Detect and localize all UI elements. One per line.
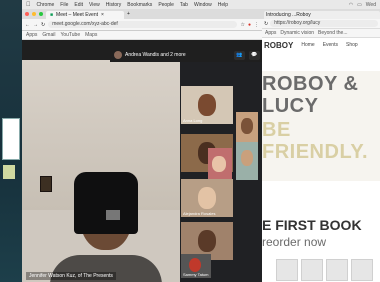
book-thumbnails <box>262 259 380 282</box>
meet-tab-icon: ■ <box>50 12 54 18</box>
forward-icon[interactable]: → <box>33 22 38 28</box>
menu-view[interactable]: View <box>89 2 100 8</box>
tab-roboy[interactable]: Introducing ...Roboy <box>264 11 380 19</box>
bookmarks-bar: Apps Dynamic vision Beyond the... <box>262 29 380 38</box>
bookmark-apps[interactable]: Apps <box>26 32 37 38</box>
participant-face <box>241 118 253 134</box>
hero-line: FRIENDLY. <box>262 141 369 163</box>
menu-window[interactable]: Window <box>194 2 212 8</box>
bookmark-maps[interactable]: Maps <box>85 32 97 38</box>
apple-icon[interactable]:  <box>26 2 31 8</box>
wifi-icon[interactable]: ◠ <box>349 2 353 8</box>
menu-people[interactable]: People <box>158 2 174 8</box>
reload-icon[interactable]: ↻ <box>41 22 45 28</box>
participant-tile[interactable] <box>208 148 232 182</box>
new-tab-icon[interactable]: + <box>127 11 130 17</box>
minimize-window-icon[interactable] <box>32 12 36 16</box>
maximize-window-icon[interactable] <box>39 12 43 16</box>
top-hat <box>74 172 138 234</box>
meet-topbar: Andrea Wandis and 2 more 👥 💬 <box>110 48 262 62</box>
people-icon[interactable]: 👥 <box>234 50 245 60</box>
wall-poster <box>2 118 20 160</box>
menu-app[interactable]: Chrome <box>37 2 55 8</box>
star-icon[interactable]: ☆ <box>240 22 244 28</box>
menu-help[interactable]: Help <box>218 2 228 8</box>
hat-logo <box>106 210 120 220</box>
participant-tile[interactable]: Anna Long <box>181 86 233 124</box>
participant-face <box>198 94 216 116</box>
speaker-name-label: Jennifer Watson Kuz, of The Presents <box>26 272 116 280</box>
tab-meet[interactable]: ■ Meet – Meet Event × <box>46 11 124 19</box>
profile-icon[interactable]: ● <box>248 22 251 28</box>
roboy-browser-window: Introducing ...Roboy ↻ https://roboy.org… <box>262 9 380 282</box>
tab-bar: ■ Meet – Meet Event × + <box>22 9 262 19</box>
menu-tab[interactable]: Tab <box>180 2 188 8</box>
picture-frame <box>40 176 52 192</box>
avatar <box>189 258 201 272</box>
nav-shop[interactable]: Shop <box>346 42 358 48</box>
bookmark-youtube[interactable]: YouTube <box>60 32 80 38</box>
tab-title: Introducing ...Roboy <box>266 12 311 18</box>
site-navigation: ROBOY Home Events Shop <box>262 38 380 52</box>
book-thumbnail[interactable] <box>276 259 298 281</box>
tab-bar: Introducing ...Roboy <box>262 9 380 19</box>
hero-line: ROBOY & <box>262 73 359 95</box>
mac-menubar:  Chrome File Edit View History Bookmark… <box>22 0 380 9</box>
participant-face <box>241 150 253 166</box>
participant-name: Sammy Tatum <box>183 272 209 277</box>
clock[interactable]: Wed <box>366 2 376 8</box>
participant-face <box>212 156 226 172</box>
address-bar: ↻ https://roboy.org/lucy <box>262 19 380 29</box>
book-thumbnail[interactable] <box>326 259 348 281</box>
participant-name: Anna Long <box>183 118 203 123</box>
participant-face <box>198 187 216 209</box>
hero-line: LUCY <box>262 95 319 117</box>
bookmark-gmail[interactable]: Gmail <box>42 32 55 38</box>
tab-title: Meet – Meet Event <box>56 12 98 18</box>
hero-line: BE <box>262 119 291 141</box>
participant-grid: Anna Long Alejandra Rosales Teddy Bear S… <box>180 62 262 282</box>
avatar <box>114 51 122 59</box>
nav-events[interactable]: Events <box>323 42 338 48</box>
book-thumbnail[interactable] <box>351 259 373 281</box>
participant-tile[interactable]: Alejandra Rosales <box>181 179 233 217</box>
close-tab-icon[interactable]: × <box>101 11 104 19</box>
menu-dots-icon[interactable]: ⋮ <box>254 22 259 28</box>
menu-bookmarks[interactable]: Bookmarks <box>127 2 152 8</box>
back-icon[interactable]: ← <box>25 22 30 28</box>
hero-section: ROBOY & LUCY BE FRIENDLY. <box>262 71 380 181</box>
sticky-note <box>3 165 15 179</box>
url-field[interactable]: https://roboy.org/lucy <box>270 20 378 27</box>
menu-edit[interactable]: Edit <box>74 2 83 8</box>
participant-name: Alejandra Rosales <box>183 211 216 216</box>
bookmarks-bar: Apps Gmail YouTube Maps <box>22 31 262 40</box>
bookmark-beyond[interactable]: Beyond the... <box>318 30 347 36</box>
main-speaker-video[interactable]: Jennifer Watson Kuz, of The Presents <box>22 60 180 282</box>
close-window-icon[interactable] <box>25 12 29 16</box>
bookmark-apps[interactable]: Apps <box>265 30 276 36</box>
participant-face <box>198 230 216 252</box>
battery-icon[interactable]: ▭ <box>357 2 362 8</box>
book-heading: E FIRST BOOK <box>262 217 362 233</box>
reload-icon[interactable]: ↻ <box>264 21 268 27</box>
participant-tile[interactable] <box>236 112 258 142</box>
nav-home[interactable]: Home <box>301 42 314 48</box>
book-thumbnail[interactable] <box>301 259 323 281</box>
url-field[interactable]: meet.google.com/xyz-abc-def <box>48 21 238 28</box>
participants-summary[interactable]: Andrea Wandis and 2 more <box>125 52 186 58</box>
desk-background <box>0 0 22 282</box>
chat-icon[interactable]: 💬 <box>249 50 260 60</box>
menu-file[interactable]: File <box>60 2 68 8</box>
address-bar: ← → ↻ meet.google.com/xyz-abc-def ☆ ● ⋮ <box>22 19 262 31</box>
participant-tile[interactable] <box>236 142 258 180</box>
preorder-link[interactable]: reorder now <box>262 235 326 249</box>
site-logo[interactable]: ROBOY <box>264 41 293 50</box>
participant-tile[interactable]: Sammy Tatum <box>181 254 211 278</box>
menu-history[interactable]: History <box>106 2 122 8</box>
bookmark-vision[interactable]: Dynamic vision <box>280 30 314 36</box>
